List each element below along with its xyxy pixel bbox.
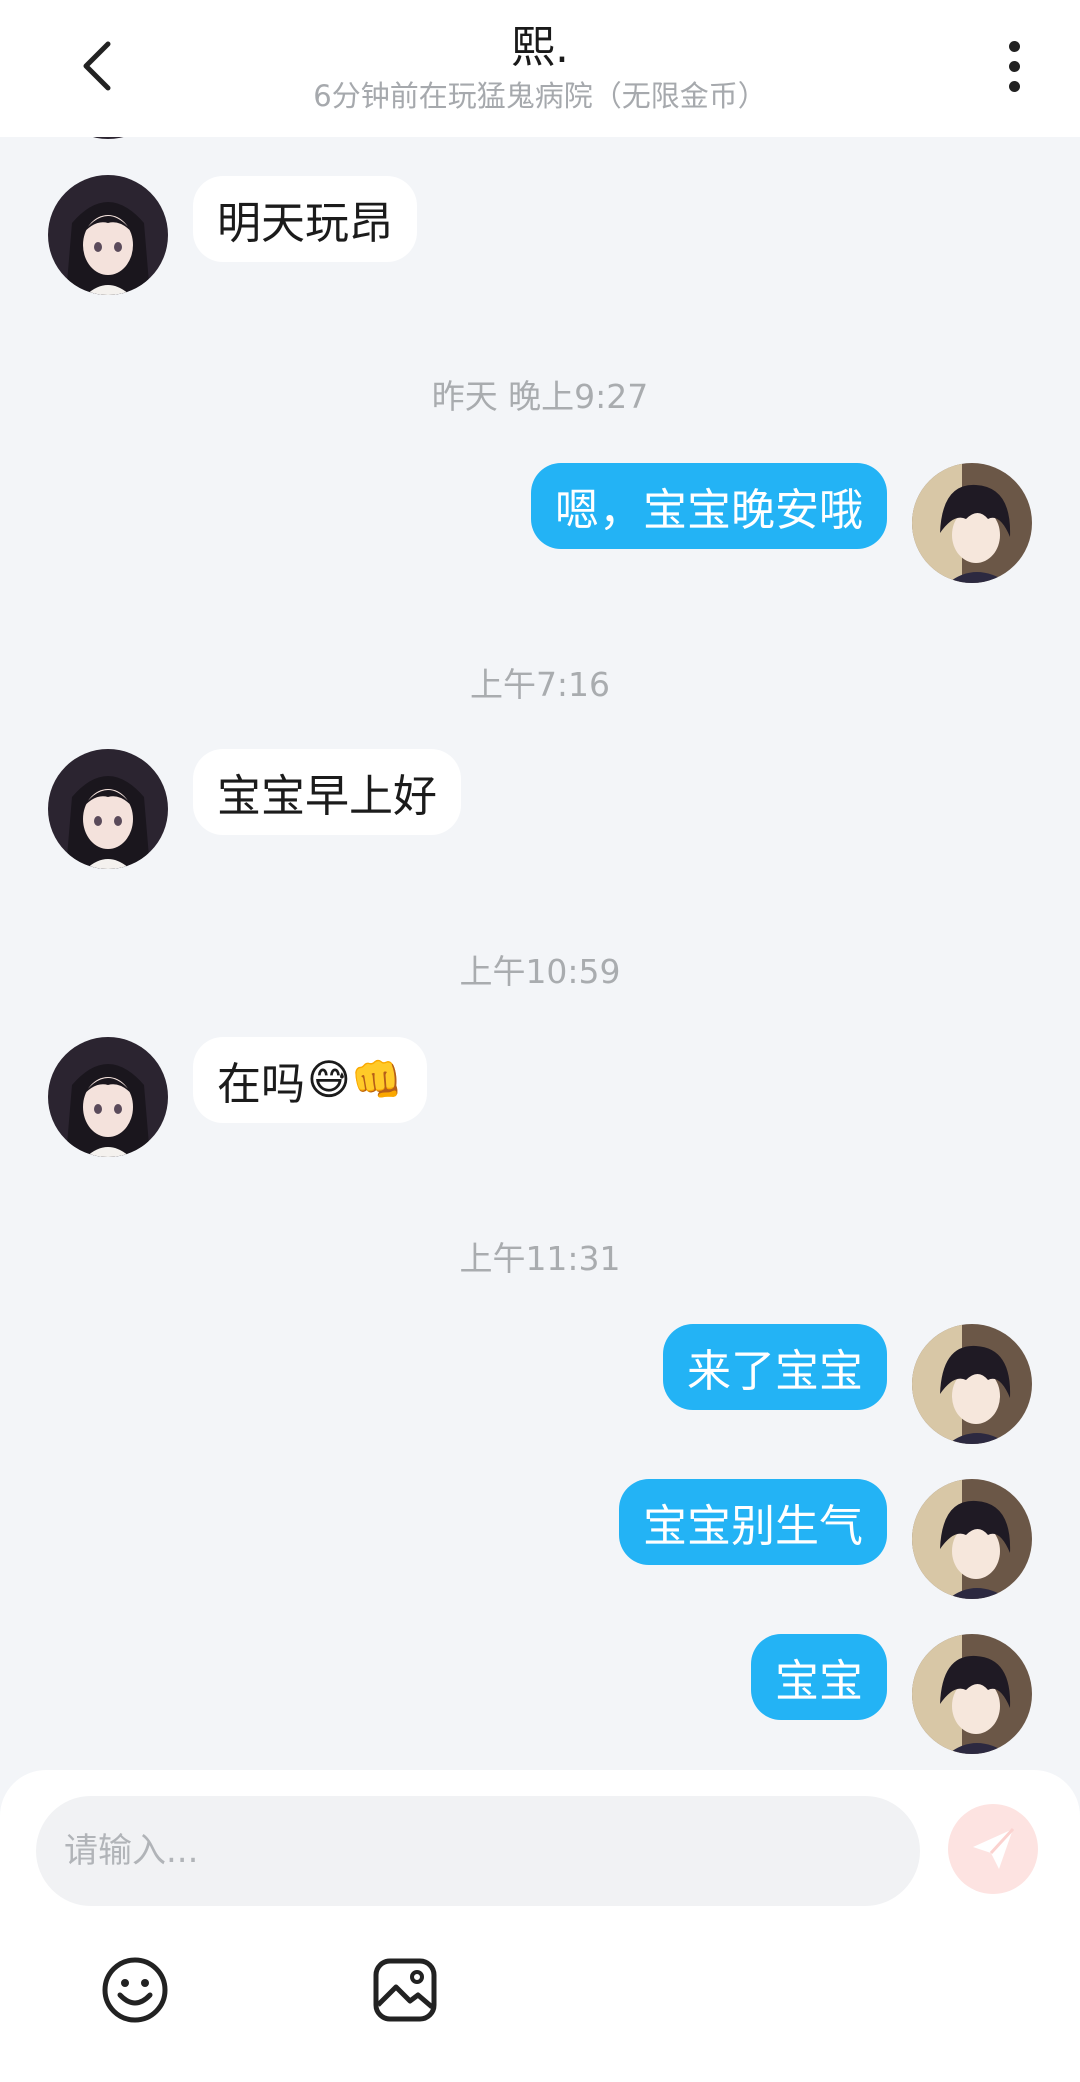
my-avatar[interactable] <box>912 463 1032 583</box>
contact-avatar[interactable] <box>48 749 168 869</box>
message-text: 宝宝 <box>775 1656 863 1707</box>
my-avatar[interactable] <box>912 1324 1032 1444</box>
contact-name[interactable]: 熙. <box>0 20 1080 76</box>
message-timestamp: 上午7:16 <box>469 665 611 704</box>
message-timestamp: 昨天 晚上9:27 <box>431 377 649 416</box>
my-avatar[interactable] <box>912 1634 1032 1754</box>
image-button[interactable] <box>367 1952 443 2028</box>
emoji-sweat-smile-fist: 😅👊 <box>307 1055 404 1104</box>
smiley-face-icon <box>102 1957 168 2023</box>
message-text: 在吗 <box>217 1059 305 1110</box>
message-text: 来了宝宝 <box>687 1346 863 1397</box>
message-timestamp: 上午11:31 <box>459 1239 621 1278</box>
my-avatar[interactable] <box>912 1479 1032 1599</box>
message-text: 宝宝别生气 <box>643 1501 863 1552</box>
message-text: 明天玩昂 <box>217 198 393 249</box>
more-dot-icon <box>1008 80 1020 92</box>
message-bubble-outgoing[interactable]: 宝宝 <box>751 1634 887 1720</box>
more-options-button[interactable] <box>990 36 1038 96</box>
chat-header: 熙. 6分钟前在玩猛鬼病院（无限金币） <box>0 0 1080 137</box>
image-icon <box>373 1958 437 2022</box>
message-timestamp: 上午10:59 <box>459 952 621 991</box>
contact-status: 6分钟前在玩猛鬼病院（无限金币） <box>313 79 767 113</box>
message-bubble-outgoing[interactable]: 来了宝宝 <box>663 1324 887 1410</box>
composer-panel <box>0 1770 1080 2082</box>
message-bubble-incoming[interactable]: 在吗 😅👊 <box>193 1037 428 1123</box>
message-bubble-incoming[interactable]: 明天玩昂 <box>193 176 417 262</box>
message-text: 嗯，宝宝晚安哦 <box>555 485 863 536</box>
emoji-button[interactable] <box>97 1952 173 2028</box>
more-dot-icon <box>1008 40 1020 52</box>
message-text: 宝宝早上好 <box>217 771 437 822</box>
contact-avatar[interactable] <box>48 1037 168 1157</box>
message-bubble-incoming[interactable]: 宝宝早上好 <box>193 749 461 835</box>
contact-avatar[interactable] <box>48 175 168 295</box>
message-input[interactable] <box>36 1796 920 1906</box>
send-button[interactable] <box>948 1804 1038 1894</box>
more-dot-icon <box>1008 60 1020 72</box>
paper-plane-icon <box>973 1827 1015 1869</box>
message-bubble-outgoing[interactable]: 宝宝别生气 <box>619 1479 887 1565</box>
message-bubble-outgoing[interactable]: 嗯，宝宝晚安哦 <box>531 463 887 549</box>
